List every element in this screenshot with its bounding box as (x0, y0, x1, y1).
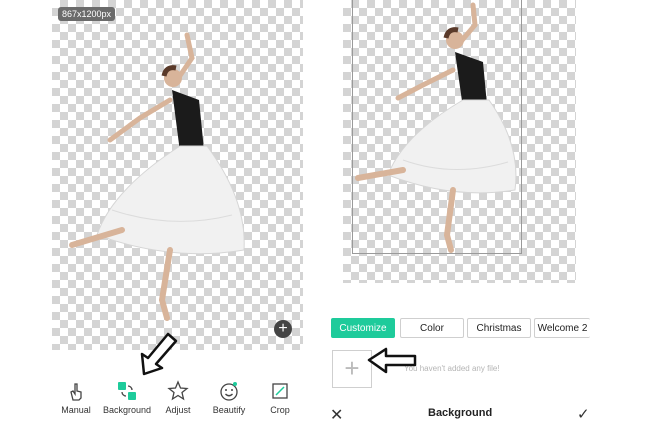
empty-files-message: You haven't added any file! (404, 364, 500, 373)
image-size-badge: 867x1200px (58, 7, 116, 21)
bottom-bar-title: Background (428, 407, 493, 419)
toolbar-beautify[interactable]: Beautify (201, 380, 257, 415)
toolbar-label: Adjust (165, 405, 191, 415)
pointer-arrow-icon (140, 332, 178, 376)
tab-color[interactable]: Color (400, 318, 464, 338)
close-icon[interactable]: ✕ (330, 405, 343, 425)
toolbar-label: Manual (61, 405, 91, 415)
toolbar-adjust[interactable]: Adjust (150, 380, 206, 415)
hand-icon (70, 383, 82, 401)
pointer-arrow-icon (367, 347, 417, 374)
canvas-frame (352, 0, 522, 254)
smile-icon (220, 382, 238, 401)
toolbar-label: Background (102, 405, 152, 415)
toolbar-label: Beautify (212, 405, 246, 415)
toolbar-label: Crop (270, 405, 290, 415)
confirm-check-icon[interactable]: ✓ (577, 405, 590, 423)
tab-christmas[interactable]: Christmas (467, 318, 531, 338)
crop-icon (272, 383, 288, 399)
toolbar-manual[interactable]: Manual (48, 380, 104, 415)
toolbar-crop[interactable]: Crop (252, 380, 308, 415)
add-layer-icon[interactable]: + (274, 320, 292, 338)
tab-customize[interactable]: Customize (331, 318, 395, 338)
star-outline-icon (167, 380, 189, 401)
tab-welcome[interactable]: Welcome 2 (534, 318, 590, 338)
toolbar-background[interactable]: Background (99, 380, 155, 415)
left-image-canvas[interactable] (52, 0, 303, 350)
background-icon (118, 382, 136, 400)
ballerina-image (69, 32, 245, 321)
